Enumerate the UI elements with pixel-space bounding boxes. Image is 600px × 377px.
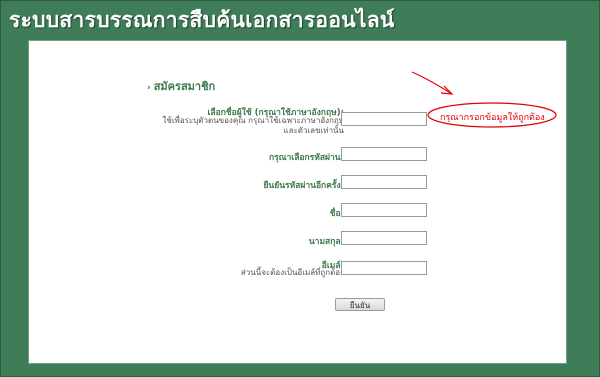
annotation-note: กรุณากรอกข้อมูลให้ถูกต้อง bbox=[440, 113, 545, 123]
annotation-drawing bbox=[411, 71, 557, 128]
